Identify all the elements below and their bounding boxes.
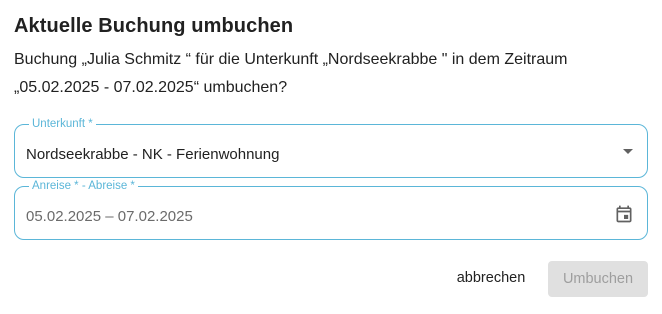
date-range-label: Anreise * - Abreise * [29,180,138,193]
dialog-title: Aktuelle Buchung umbuchen [14,15,294,37]
unterkunft-select[interactable]: Unterkunft * Nordseekrabbe - NK - Ferien… [14,118,648,178]
unterkunft-label: Unterkunft * [29,118,96,131]
dialog-description: Buchung „Julia Schmitz “ für die Unterku… [14,51,568,96]
chevron-down-icon[interactable] [623,149,633,154]
date-range-field[interactable]: Anreise * - Abreise * 05.02.2025 – 07.02… [14,180,648,240]
date-range-value[interactable]: 05.02.2025 – 07.02.2025 [26,208,193,225]
rebook-button[interactable]: Umbuchen [548,261,648,297]
calendar-icon[interactable] [614,204,634,224]
unterkunft-value: Nordseekrabbe - NK - Ferienwohnung [26,146,280,163]
cancel-button[interactable]: abbrechen [451,261,531,295]
rebook-dialog: Aktuelle Buchung umbuchen Buchung „Julia… [0,0,662,314]
